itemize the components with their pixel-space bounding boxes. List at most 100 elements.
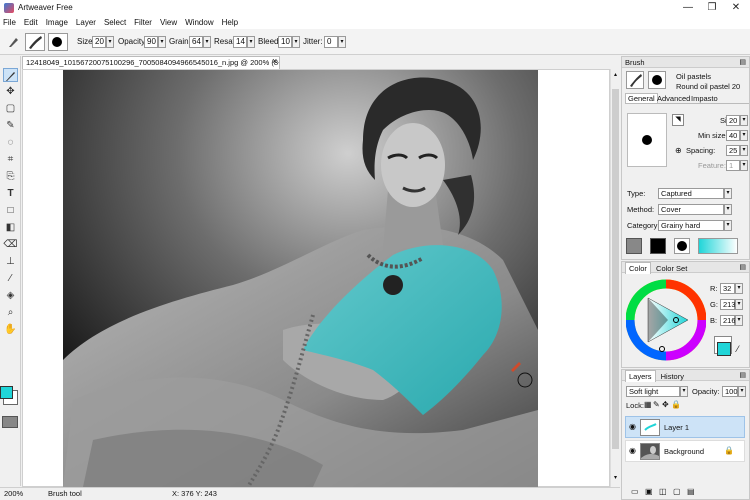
minimize-button[interactable]: —: [676, 1, 700, 14]
delete-layer-icon[interactable]: ▤: [687, 487, 695, 496]
scroll-up-icon[interactable]: ▴: [612, 71, 619, 79]
opacity-dropdown[interactable]: ▾: [158, 36, 166, 48]
green-dropdown[interactable]: ▾: [735, 299, 743, 310]
brush-color-swatch[interactable]: [650, 238, 666, 254]
spacing-toggle-icon[interactable]: ⊕: [675, 146, 682, 155]
pen-icon[interactable]: ✎: [3, 119, 18, 133]
brush-tool-icon[interactable]: [7, 36, 19, 48]
type-select[interactable]: Captured: [658, 188, 724, 199]
brush-category-icon[interactable]: [626, 71, 644, 89]
red-dropdown[interactable]: ▾: [735, 283, 743, 294]
tab-history[interactable]: History: [658, 371, 687, 382]
menu-edit[interactable]: Edit: [24, 18, 38, 27]
layer-row-background[interactable]: ◉ Background 🔒: [625, 440, 745, 462]
image-canvas[interactable]: [63, 70, 538, 487]
resat-dropdown[interactable]: ▾: [247, 36, 255, 48]
current-color-swatch[interactable]: [717, 342, 731, 356]
min-size-dropdown[interactable]: ▾: [740, 130, 748, 141]
shape-icon[interactable]: □: [3, 204, 18, 218]
layer-mask-icon[interactable]: ▣: [645, 487, 653, 496]
tab-layers[interactable]: Layers: [625, 370, 656, 382]
maximize-button[interactable]: ❐: [700, 1, 724, 14]
opacity-input[interactable]: 90: [144, 36, 158, 48]
jitter-dropdown[interactable]: ▾: [338, 36, 346, 48]
blue-input[interactable]: 216: [720, 315, 736, 326]
eyedropper-icon[interactable]: ⁄: [3, 272, 18, 286]
foreground-color-swatch[interactable]: [0, 386, 13, 399]
spacing-input[interactable]: 25: [726, 145, 740, 156]
brush-size-input[interactable]: 20: [726, 115, 740, 126]
document-tab[interactable]: 12418049_10156720075100296_7005084094966…: [22, 56, 280, 69]
move-icon[interactable]: ✥: [3, 85, 18, 99]
lock-position-icon[interactable]: ✥: [662, 400, 669, 409]
color-panel-menu-icon[interactable]: ▤: [739, 262, 746, 273]
brush-variant-icon[interactable]: [648, 71, 666, 89]
resat-input[interactable]: 14: [233, 36, 247, 48]
layer-opacity-dropdown[interactable]: ▾: [738, 386, 746, 397]
lock-transparency-icon[interactable]: ▦: [644, 400, 652, 409]
brush-tool-button[interactable]: [3, 68, 18, 82]
spacing-dropdown[interactable]: ▾: [740, 145, 748, 156]
blue-dropdown[interactable]: ▾: [735, 315, 743, 326]
feature-input[interactable]: 1: [726, 160, 740, 171]
layer-row-layer-1[interactable]: ◉ Layer 1: [625, 416, 745, 438]
stamp-icon[interactable]: ⊥: [3, 255, 18, 269]
menu-window[interactable]: Window: [185, 18, 213, 27]
size-pressure-toggle[interactable]: ◥: [672, 114, 684, 126]
close-document-icon[interactable]: ×: [272, 56, 277, 66]
menu-select[interactable]: Select: [104, 18, 126, 27]
min-size-input[interactable]: 40: [726, 130, 740, 141]
bleed-input[interactable]: 10: [278, 36, 292, 48]
category-select[interactable]: Grainy hard: [658, 220, 724, 231]
menu-file[interactable]: File: [3, 18, 16, 27]
brush-tip-swatch[interactable]: [674, 238, 690, 254]
jitter-input[interactable]: 0: [324, 36, 338, 48]
vertical-scrollbar[interactable]: ▴ ▾: [610, 69, 620, 487]
menu-help[interactable]: Help: [222, 18, 238, 27]
category-dropdown[interactable]: ▾: [724, 220, 732, 231]
tab-general[interactable]: General: [625, 93, 658, 103]
layer-fx-icon[interactable]: ◫: [659, 487, 667, 496]
layer-opacity-input[interactable]: 100: [722, 386, 738, 397]
layers-panel-menu-icon[interactable]: ▤: [739, 370, 746, 381]
eraser-icon[interactable]: ⌫: [3, 238, 18, 252]
tab-color-set[interactable]: Color Set: [653, 263, 690, 274]
method-select[interactable]: Cover: [658, 204, 724, 215]
new-layer-icon[interactable]: ▢: [673, 487, 681, 496]
feature-dropdown[interactable]: ▾: [740, 160, 748, 171]
paper-texture-swatch[interactable]: [626, 238, 642, 254]
text-tool-icon[interactable]: T: [3, 187, 18, 201]
brush-shape-picker[interactable]: [48, 33, 68, 51]
blend-mode-select[interactable]: Soft light: [626, 386, 680, 397]
blend-mode-dropdown[interactable]: ▾: [680, 386, 688, 397]
tab-advanced[interactable]: Advanced: [655, 94, 692, 103]
paint-bucket-icon[interactable]: ◈: [3, 289, 18, 303]
tab-impasto[interactable]: Impasto: [689, 94, 720, 103]
size-dropdown[interactable]: ▾: [106, 36, 114, 48]
brush-size-dropdown[interactable]: ▾: [740, 115, 748, 126]
bleed-dropdown[interactable]: ▾: [292, 36, 300, 48]
panel-menu-icon[interactable]: ▤: [739, 57, 746, 68]
method-dropdown[interactable]: ▾: [724, 204, 732, 215]
lasso-icon[interactable]: ◌: [3, 136, 18, 150]
visibility-eye-icon[interactable]: ◉: [629, 422, 636, 431]
hand-icon[interactable]: ✋: [3, 323, 18, 337]
grain-dropdown[interactable]: ▾: [203, 36, 211, 48]
close-window-button[interactable]: ✕: [724, 1, 748, 14]
visibility-eye-icon[interactable]: ◉: [629, 446, 636, 455]
grain-input[interactable]: 64: [189, 36, 203, 48]
gradient-icon[interactable]: ◧: [3, 221, 18, 235]
menu-layer[interactable]: Layer: [76, 18, 96, 27]
size-input[interactable]: 20: [92, 36, 106, 48]
scrollbar-thumb[interactable]: [612, 89, 619, 449]
scroll-down-icon[interactable]: ▾: [612, 474, 619, 482]
eyedropper-icon[interactable]: ⁄: [737, 344, 739, 354]
menu-image[interactable]: Image: [46, 18, 68, 27]
texture-swatch[interactable]: [2, 416, 18, 428]
menu-view[interactable]: View: [160, 18, 177, 27]
crop-icon[interactable]: ⌗: [3, 153, 18, 167]
menu-filter[interactable]: Filter: [134, 18, 152, 27]
clone-stamp-icon[interactable]: ⎘: [3, 170, 18, 184]
type-dropdown[interactable]: ▾: [724, 188, 732, 199]
green-input[interactable]: 213: [720, 299, 736, 310]
